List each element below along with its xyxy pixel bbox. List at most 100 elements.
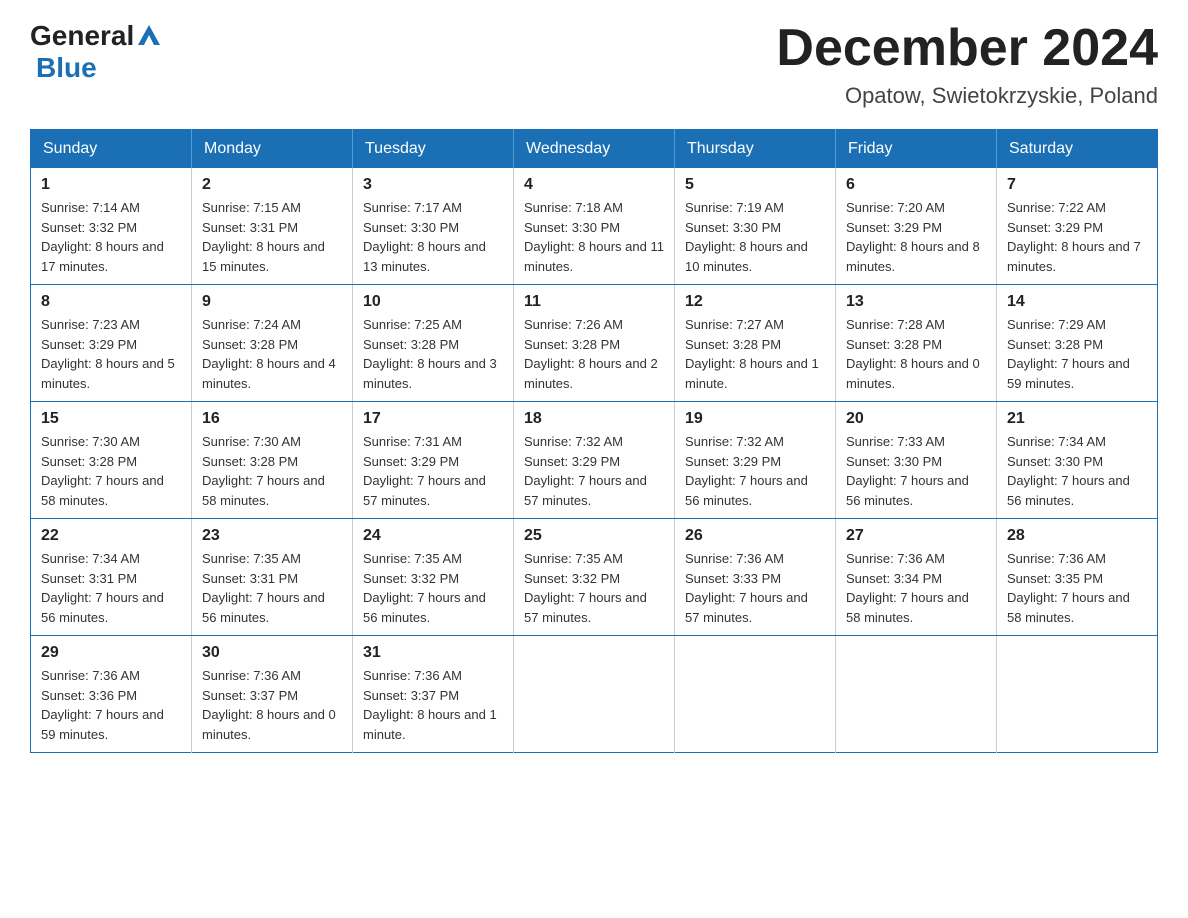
day-number: 23 [202, 527, 342, 545]
day-info: Sunrise: 7:35 AMSunset: 3:32 PMDaylight:… [524, 551, 647, 625]
table-row: 15 Sunrise: 7:30 AMSunset: 3:28 PMDaylig… [31, 402, 192, 519]
day-number: 2 [202, 176, 342, 194]
day-number: 26 [685, 527, 825, 545]
table-row: 20 Sunrise: 7:33 AMSunset: 3:30 PMDaylig… [836, 402, 997, 519]
day-info: Sunrise: 7:17 AMSunset: 3:30 PMDaylight:… [363, 200, 486, 274]
day-number: 28 [1007, 527, 1147, 545]
day-info: Sunrise: 7:33 AMSunset: 3:30 PMDaylight:… [846, 434, 969, 508]
day-info: Sunrise: 7:27 AMSunset: 3:28 PMDaylight:… [685, 317, 819, 391]
day-number: 18 [524, 410, 664, 428]
table-row: 23 Sunrise: 7:35 AMSunset: 3:31 PMDaylig… [192, 519, 353, 636]
main-title: December 2024 [776, 20, 1158, 77]
day-info: Sunrise: 7:32 AMSunset: 3:29 PMDaylight:… [685, 434, 808, 508]
day-info: Sunrise: 7:19 AMSunset: 3:30 PMDaylight:… [685, 200, 808, 274]
table-row: 30 Sunrise: 7:36 AMSunset: 3:37 PMDaylig… [192, 636, 353, 753]
day-info: Sunrise: 7:20 AMSunset: 3:29 PMDaylight:… [846, 200, 980, 274]
table-row: 31 Sunrise: 7:36 AMSunset: 3:37 PMDaylig… [353, 636, 514, 753]
day-info: Sunrise: 7:23 AMSunset: 3:29 PMDaylight:… [41, 317, 175, 391]
day-number: 24 [363, 527, 503, 545]
day-info: Sunrise: 7:30 AMSunset: 3:28 PMDaylight:… [41, 434, 164, 508]
day-number: 6 [846, 176, 986, 194]
table-row: 11 Sunrise: 7:26 AMSunset: 3:28 PMDaylig… [514, 285, 675, 402]
day-number: 25 [524, 527, 664, 545]
subtitle: Opatow, Swietokrzyskie, Poland [776, 83, 1158, 109]
day-number: 7 [1007, 176, 1147, 194]
day-info: Sunrise: 7:35 AMSunset: 3:32 PMDaylight:… [363, 551, 486, 625]
day-number: 14 [1007, 293, 1147, 311]
day-number: 29 [41, 644, 181, 662]
day-info: Sunrise: 7:24 AMSunset: 3:28 PMDaylight:… [202, 317, 336, 391]
day-info: Sunrise: 7:36 AMSunset: 3:34 PMDaylight:… [846, 551, 969, 625]
table-row: 2 Sunrise: 7:15 AMSunset: 3:31 PMDayligh… [192, 168, 353, 285]
day-info: Sunrise: 7:18 AMSunset: 3:30 PMDaylight:… [524, 200, 664, 274]
day-number: 16 [202, 410, 342, 428]
day-info: Sunrise: 7:28 AMSunset: 3:28 PMDaylight:… [846, 317, 980, 391]
day-info: Sunrise: 7:26 AMSunset: 3:28 PMDaylight:… [524, 317, 658, 391]
table-row [997, 636, 1158, 753]
table-row: 9 Sunrise: 7:24 AMSunset: 3:28 PMDayligh… [192, 285, 353, 402]
day-number: 13 [846, 293, 986, 311]
day-info: Sunrise: 7:32 AMSunset: 3:29 PMDaylight:… [524, 434, 647, 508]
day-number: 8 [41, 293, 181, 311]
day-info: Sunrise: 7:36 AMSunset: 3:35 PMDaylight:… [1007, 551, 1130, 625]
day-number: 21 [1007, 410, 1147, 428]
table-row [675, 636, 836, 753]
table-row: 21 Sunrise: 7:34 AMSunset: 3:30 PMDaylig… [997, 402, 1158, 519]
table-row: 17 Sunrise: 7:31 AMSunset: 3:29 PMDaylig… [353, 402, 514, 519]
table-row: 28 Sunrise: 7:36 AMSunset: 3:35 PMDaylig… [997, 519, 1158, 636]
day-number: 4 [524, 176, 664, 194]
day-info: Sunrise: 7:34 AMSunset: 3:31 PMDaylight:… [41, 551, 164, 625]
day-number: 27 [846, 527, 986, 545]
day-number: 19 [685, 410, 825, 428]
day-number: 22 [41, 527, 181, 545]
col-tuesday: Tuesday [353, 130, 514, 169]
day-info: Sunrise: 7:29 AMSunset: 3:28 PMDaylight:… [1007, 317, 1130, 391]
table-row: 5 Sunrise: 7:19 AMSunset: 3:30 PMDayligh… [675, 168, 836, 285]
table-row: 7 Sunrise: 7:22 AMSunset: 3:29 PMDayligh… [997, 168, 1158, 285]
table-row: 6 Sunrise: 7:20 AMSunset: 3:29 PMDayligh… [836, 168, 997, 285]
col-thursday: Thursday [675, 130, 836, 169]
day-number: 3 [363, 176, 503, 194]
table-row: 24 Sunrise: 7:35 AMSunset: 3:32 PMDaylig… [353, 519, 514, 636]
day-number: 9 [202, 293, 342, 311]
logo-blue-text: Blue [36, 52, 97, 84]
table-row: 29 Sunrise: 7:36 AMSunset: 3:36 PMDaylig… [31, 636, 192, 753]
logo-triangle-icon [138, 25, 160, 50]
table-row: 8 Sunrise: 7:23 AMSunset: 3:29 PMDayligh… [31, 285, 192, 402]
calendar-week-row: 29 Sunrise: 7:36 AMSunset: 3:36 PMDaylig… [31, 636, 1158, 753]
table-row: 16 Sunrise: 7:30 AMSunset: 3:28 PMDaylig… [192, 402, 353, 519]
day-info: Sunrise: 7:35 AMSunset: 3:31 PMDaylight:… [202, 551, 325, 625]
table-row: 1 Sunrise: 7:14 AMSunset: 3:32 PMDayligh… [31, 168, 192, 285]
day-number: 20 [846, 410, 986, 428]
day-number: 31 [363, 644, 503, 662]
day-info: Sunrise: 7:30 AMSunset: 3:28 PMDaylight:… [202, 434, 325, 508]
day-info: Sunrise: 7:22 AMSunset: 3:29 PMDaylight:… [1007, 200, 1141, 274]
day-info: Sunrise: 7:25 AMSunset: 3:28 PMDaylight:… [363, 317, 497, 391]
col-sunday: Sunday [31, 130, 192, 169]
col-saturday: Saturday [997, 130, 1158, 169]
logo-general-text: General [30, 20, 134, 52]
table-row: 3 Sunrise: 7:17 AMSunset: 3:30 PMDayligh… [353, 168, 514, 285]
table-row: 27 Sunrise: 7:36 AMSunset: 3:34 PMDaylig… [836, 519, 997, 636]
day-number: 10 [363, 293, 503, 311]
table-row: 14 Sunrise: 7:29 AMSunset: 3:28 PMDaylig… [997, 285, 1158, 402]
day-info: Sunrise: 7:14 AMSunset: 3:32 PMDaylight:… [41, 200, 164, 274]
col-wednesday: Wednesday [514, 130, 675, 169]
day-info: Sunrise: 7:15 AMSunset: 3:31 PMDaylight:… [202, 200, 325, 274]
table-row: 18 Sunrise: 7:32 AMSunset: 3:29 PMDaylig… [514, 402, 675, 519]
table-row: 26 Sunrise: 7:36 AMSunset: 3:33 PMDaylig… [675, 519, 836, 636]
calendar-header-row: Sunday Monday Tuesday Wednesday Thursday… [31, 130, 1158, 169]
day-info: Sunrise: 7:34 AMSunset: 3:30 PMDaylight:… [1007, 434, 1130, 508]
table-row: 10 Sunrise: 7:25 AMSunset: 3:28 PMDaylig… [353, 285, 514, 402]
table-row: 25 Sunrise: 7:35 AMSunset: 3:32 PMDaylig… [514, 519, 675, 636]
day-number: 15 [41, 410, 181, 428]
day-number: 17 [363, 410, 503, 428]
day-number: 12 [685, 293, 825, 311]
calendar-week-row: 8 Sunrise: 7:23 AMSunset: 3:29 PMDayligh… [31, 285, 1158, 402]
col-friday: Friday [836, 130, 997, 169]
calendar-week-row: 22 Sunrise: 7:34 AMSunset: 3:31 PMDaylig… [31, 519, 1158, 636]
table-row: 12 Sunrise: 7:27 AMSunset: 3:28 PMDaylig… [675, 285, 836, 402]
calendar-week-row: 15 Sunrise: 7:30 AMSunset: 3:28 PMDaylig… [31, 402, 1158, 519]
table-row [514, 636, 675, 753]
calendar-table: Sunday Monday Tuesday Wednesday Thursday… [30, 129, 1158, 753]
